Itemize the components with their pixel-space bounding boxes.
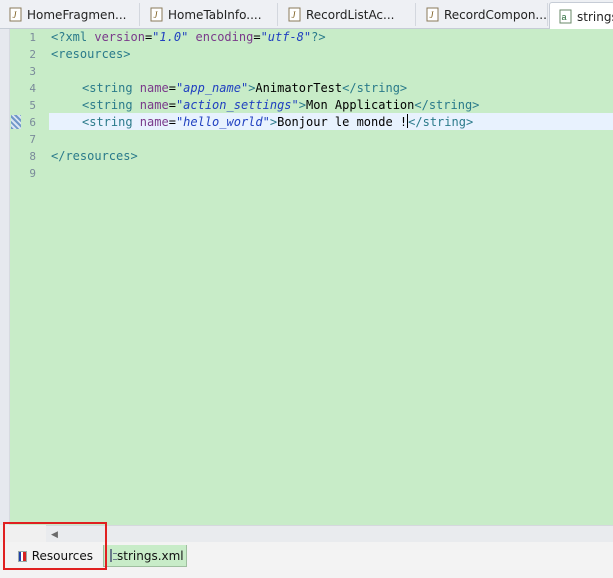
line-number: 2 (29, 48, 36, 61)
line-number: 9 (29, 167, 36, 180)
tab-resources-label: Resources (31, 549, 93, 563)
overview-ruler (0, 29, 10, 525)
tab-recordcomponent[interactable]: J RecordCompon... (417, 3, 548, 26)
xml-file-icon: a (559, 9, 572, 24)
tab-label: strings.x (577, 9, 613, 24)
document-icon (110, 549, 117, 562)
java-file-icon: J (426, 7, 439, 22)
code-line-resources-open: <resources> (51, 47, 131, 61)
code-area[interactable]: <?xml version="1.0" encoding="utf-8"?> <… (51, 29, 613, 525)
code-line-resources-close: </resources> (51, 149, 138, 163)
line-number: 3 (29, 65, 36, 78)
tab-label: HomeTabInfo.... (168, 7, 262, 22)
horizontal-scrollbar[interactable]: ◀ (46, 525, 613, 543)
editor-page-tabs: Resources strings.xml (0, 542, 613, 578)
french-flag-icon (18, 550, 27, 562)
tab-strings-xml[interactable]: a strings.x (549, 2, 613, 30)
tab-strings-xml-label: strings.xml (117, 548, 184, 563)
scroll-left-arrow-icon[interactable]: ◀ (51, 530, 58, 540)
code-line-action-settings: <string name="action_settings">Mon Appli… (82, 98, 480, 112)
tab-hometabinfo[interactable]: J HomeTabInfo.... (141, 3, 278, 26)
current-line-marker (11, 115, 21, 129)
java-file-icon: J (288, 7, 301, 22)
line-number: 6 (29, 116, 36, 129)
line-number: 1 (29, 31, 36, 44)
code-line-xml-declaration: <?xml version="1.0" encoding="utf-8"?> (51, 30, 326, 44)
java-file-icon: J (9, 7, 22, 22)
line-number: 8 (29, 150, 36, 163)
line-number: 4 (29, 82, 36, 95)
java-file-icon: J (150, 7, 163, 22)
line-number: 5 (29, 99, 36, 112)
svg-text:a: a (562, 12, 567, 22)
tab-recordlistactivity[interactable]: J RecordListAc... (279, 3, 416, 26)
line-number: 7 (29, 133, 36, 146)
line-number-gutter: 1 2 3 4 5 6 7 8 9 (22, 29, 48, 525)
tab-homefragment[interactable]: J HomeFragmen... (0, 3, 140, 26)
tab-resources[interactable]: Resources (12, 545, 99, 567)
xml-source-editor[interactable]: 1 2 3 4 5 6 7 8 9 <?xml version="1.0" en… (0, 29, 613, 525)
editor-tab-bar: J HomeFragmen... J HomeTabInfo.... J Rec… (0, 0, 613, 30)
code-line-hello-world: <string name="hello_world">Bonjour le mo… (82, 114, 474, 129)
tab-strings-xml-source[interactable]: strings.xml (103, 545, 187, 567)
tab-label: RecordCompon... (444, 7, 547, 22)
code-line-app-name: <string name="app_name">AnimatorTest</st… (82, 81, 408, 95)
tab-label: HomeFragmen... (27, 7, 127, 22)
tab-label: RecordListAc... (306, 7, 395, 22)
